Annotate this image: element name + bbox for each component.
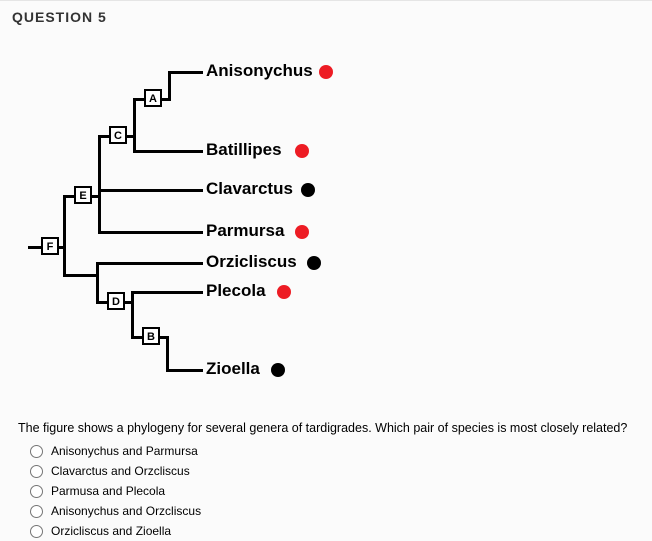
option-radio[interactable] [30, 465, 43, 478]
option-label: Orzicliscus and Zioella [51, 524, 171, 538]
tree-edge [96, 262, 203, 265]
node-B: B [142, 327, 160, 345]
dot-icon [277, 285, 291, 299]
dot-icon [319, 65, 333, 79]
tree-edge [166, 336, 169, 372]
question-title: QUESTION 5 [0, 1, 652, 25]
node-E: E [74, 186, 92, 204]
tree-edge [133, 150, 203, 153]
tree-edge [168, 71, 203, 74]
option-radio[interactable] [30, 485, 43, 498]
tree-edge [131, 291, 203, 294]
option-row[interactable]: Clavarctus and Orzcliscus [30, 461, 652, 481]
leaf-anisonychus: Anisonychus [206, 62, 313, 80]
node-A: A [144, 89, 162, 107]
option-radio[interactable] [30, 505, 43, 518]
tree-edge [63, 274, 98, 277]
option-radio[interactable] [30, 525, 43, 538]
tree-edge [98, 135, 101, 234]
option-label: Anisonychus and Parmursa [51, 444, 198, 458]
phylogeny-figure: F E C A Anisonychus Batillipes Clavarctu… [0, 35, 600, 415]
node-F: F [41, 237, 59, 255]
option-label: Clavarctus and Orzcliscus [51, 464, 190, 478]
dot-icon [295, 225, 309, 239]
option-row[interactable]: Parmusa and Plecola [30, 481, 652, 501]
leaf-parmursa: Parmursa [206, 222, 284, 240]
dot-icon [295, 144, 309, 158]
option-row[interactable]: Anisonychus and Parmursa [30, 441, 652, 461]
question-prompt: The figure shows a phylogeny for several… [0, 415, 652, 439]
leaf-zioella: Zioella [206, 360, 260, 378]
dot-icon [301, 183, 315, 197]
dot-icon [271, 363, 285, 377]
tree-edge [168, 71, 171, 101]
option-row[interactable]: Orzicliscus and Zioella [30, 521, 652, 541]
option-row[interactable]: Anisonychus and Orzcliscus [30, 501, 652, 521]
tree-edge [63, 195, 66, 277]
leaf-plecola: Plecola [206, 282, 266, 300]
node-C: C [109, 126, 127, 144]
tree-edge [131, 291, 134, 339]
option-label: Anisonychus and Orzcliscus [51, 504, 201, 518]
option-radio[interactable] [30, 445, 43, 458]
tree-edge [98, 231, 203, 234]
leaf-orzicliscus: Orzicliscus [206, 253, 297, 271]
question-container: QUESTION 5 F E C A Anisonychus Batillipe… [0, 0, 652, 531]
leaf-batillipes: Batillipes [206, 141, 282, 159]
leaf-clavarctus: Clavarctus [206, 180, 293, 198]
tree-edge [133, 98, 136, 153]
dot-icon [307, 256, 321, 270]
tree-edge [166, 369, 203, 372]
node-D: D [107, 292, 125, 310]
tree-edge [98, 189, 203, 192]
answer-options: Anisonychus and Parmursa Clavarctus and … [0, 439, 652, 541]
tree-edge [96, 262, 99, 304]
option-label: Parmusa and Plecola [51, 484, 165, 498]
